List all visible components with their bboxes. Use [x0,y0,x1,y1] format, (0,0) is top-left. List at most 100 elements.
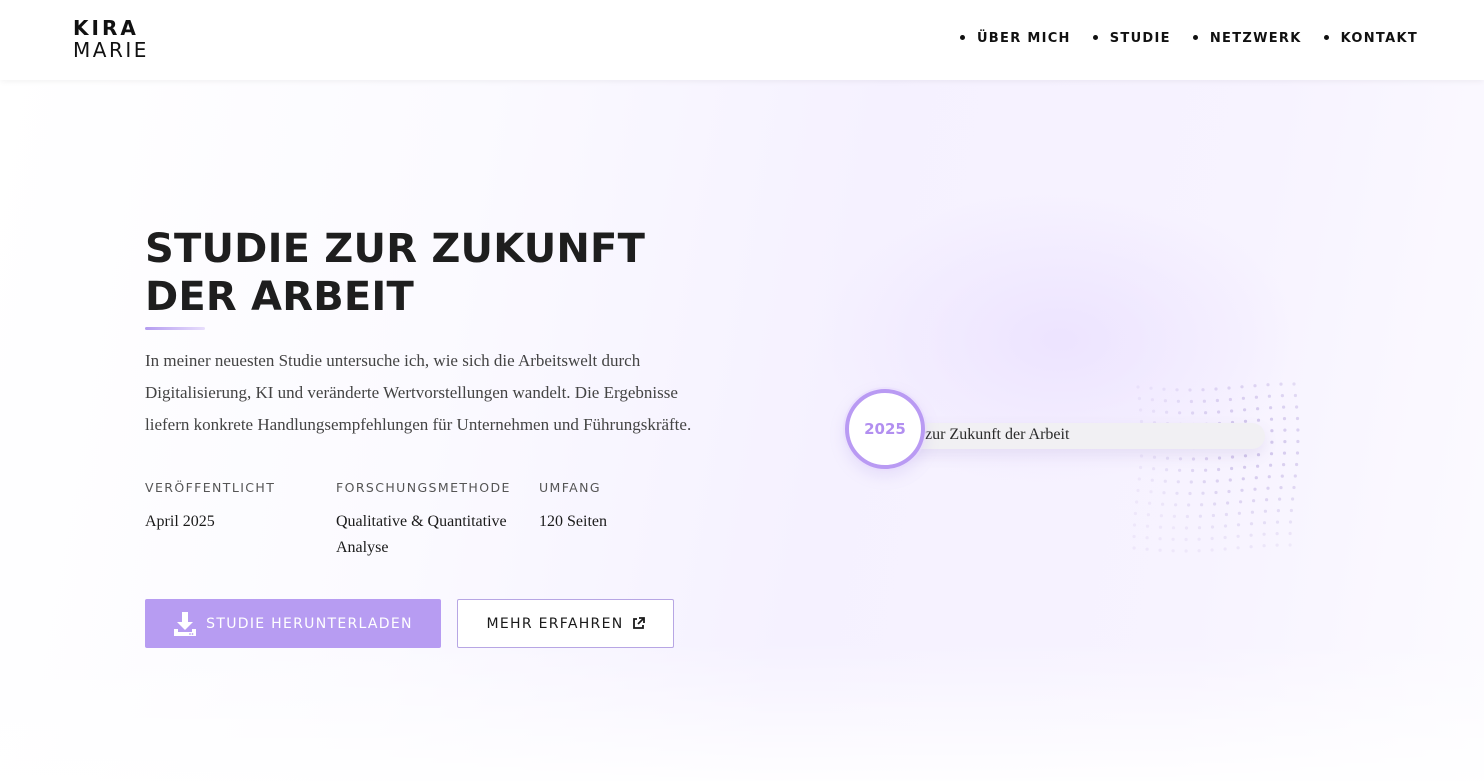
decor-dot [1270,440,1274,444]
decor-dot [1292,485,1296,490]
decor-dot [1226,501,1230,505]
decor-dot [1249,533,1253,537]
decor-dot [1250,510,1254,514]
decor-dot [1288,531,1292,536]
decor-dot [1132,534,1136,539]
decor-dot [1282,417,1287,421]
meta-label: UMFANG [539,480,601,495]
decor-dot [1269,452,1274,456]
decor-dot [1178,457,1183,461]
nav-item-netzwerk[interactable]: NETZWERK [1192,31,1302,46]
decor-dot [1217,456,1222,460]
decor-dot [1202,399,1206,403]
decor-dot [1240,385,1244,389]
meta-value: 120 Seiten [539,513,607,530]
main-nav: ÜBER MICH STUDIE NETZWERK KONTAKT [938,31,1418,46]
decor-dot [1252,499,1256,503]
decor-dot [1230,455,1235,459]
decor-dot [1289,508,1293,513]
decor-dot [1158,537,1162,541]
decor-dot [1291,497,1295,501]
decor-dot [1162,387,1166,391]
decor-dot [1295,405,1299,409]
download-icon [174,611,197,636]
decor-dot [1145,524,1150,528]
decor-dot [1293,393,1297,398]
decor-dot [1295,462,1299,467]
decor-dot [1150,398,1154,402]
decor-dot [1256,464,1260,468]
decor-dot [1184,549,1188,553]
nav-bullet [959,35,965,40]
decor-dot [1269,463,1273,467]
decor-dot [1200,503,1204,507]
decor-dot [1136,488,1140,493]
decor-dot [1165,410,1169,414]
decor-dot [1133,511,1137,516]
decor-dot [1184,526,1189,530]
decor-dot [1139,454,1144,458]
meta-published: VERÖFFENTLICHT April 2025 [145,480,325,535]
decor-dot [1185,514,1189,519]
nav-item-studie[interactable]: STUDIE [1092,31,1171,46]
learn-more-button[interactable]: MEHR ERFAHREN [457,599,674,648]
decor-dot [1254,395,1258,399]
meta-method: FORSCHUNGSMETHODE Qualitative & Quantita… [336,480,526,561]
decor-dot [1254,476,1258,480]
nav-item-kontakt[interactable]: KONTAKT [1323,31,1418,46]
decor-dot [1175,491,1179,495]
decor-dot [1256,407,1260,411]
hero-description: In meiner neuesten Studie untersuche ich… [145,351,692,434]
decor-dot [1214,387,1218,391]
nav-item-ueber-mich[interactable]: ÜBER MICH [959,31,1071,46]
decor-dot [1158,548,1162,552]
decor-dot [1152,455,1157,459]
page-title: STUDIE ZUR ZUKUNFT DER ARBEIT [145,225,705,321]
decor-dot [1187,503,1191,507]
decor-dot [1295,451,1300,455]
nav-bullet [1323,35,1329,40]
meta-scope: UMFANG 120 Seiten [539,480,659,535]
decor-dot [1224,512,1228,517]
decor-dot [1295,416,1300,421]
decor-dot [1132,546,1136,550]
decor-dot [1288,520,1293,524]
decor-dot [1236,523,1241,527]
logo[interactable]: KIRA MARIE [73,18,149,60]
nav-label: NETZWERK [1209,31,1302,46]
decor-dot [1172,514,1176,518]
meta-value: April 2025 [145,513,215,530]
decor-dot [1146,513,1150,517]
decor-dot [1282,405,1286,409]
decor-dot [1198,514,1202,518]
learn-more-label: MEHR ERFAHREN [486,615,624,632]
decor-dot [1171,526,1176,530]
decor-dot [1188,491,1192,496]
decor-dot [1256,418,1261,422]
decor-dot [1215,479,1219,483]
hero-fade [0,641,1484,781]
decor-dot [1171,537,1175,541]
decor-dot [1204,411,1208,415]
site-header: KIRA MARIE ÜBER MICH STUDIE NETZWERK KON… [0,0,1484,80]
nav-label: STUDIE [1109,31,1171,46]
decor-dot [1188,388,1192,392]
decor-dot [1279,486,1283,490]
decor-dot [1163,479,1167,483]
decor-dot [1189,480,1193,484]
decor-dot [1240,488,1244,492]
decor-dot [1132,523,1137,527]
decor-dot [1210,536,1214,541]
decor-dot [1236,534,1240,538]
download-study-button[interactable]: STUDIE HERUNTERLADEN [145,599,441,648]
decor-dot [1253,487,1257,491]
decor-dot [1176,480,1180,484]
logo-line-2: MARIE [73,38,149,62]
decor-dot [1236,546,1240,550]
decor-dot [1197,537,1201,541]
decor-dot [1175,388,1179,392]
decor-dot [1265,498,1269,502]
decor-dot [1176,399,1180,403]
decor-dot [1230,466,1234,471]
decor-dot [1210,548,1214,552]
